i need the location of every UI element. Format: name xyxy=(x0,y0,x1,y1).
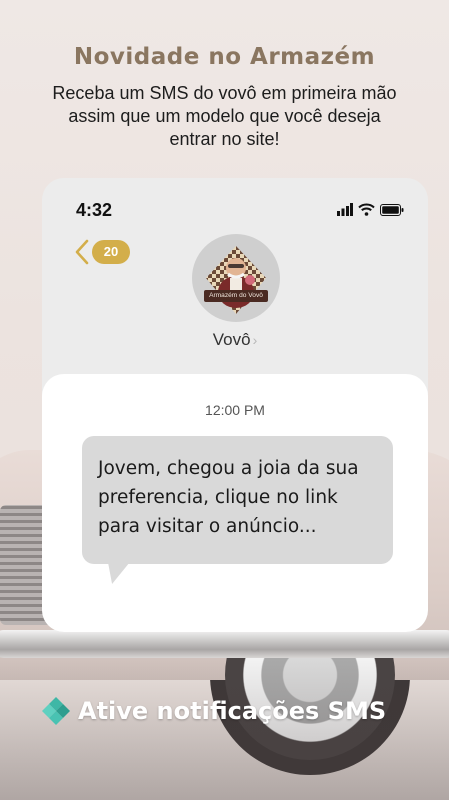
status-bar-icons xyxy=(337,203,404,216)
chat-panel: 12:00 PM Jovem, chegou a joia da sua pre… xyxy=(42,374,428,632)
message-bubble-tail xyxy=(104,562,130,584)
status-bar-time: 4:32 xyxy=(76,200,113,220)
page-title: Novidade no Armazém xyxy=(73,44,376,70)
wifi-icon xyxy=(358,203,375,216)
phone-mockup: 4:32 20 Armazém do Vovô Vovô › 12:00 PM … xyxy=(42,178,428,632)
diamond-cluster-icon xyxy=(42,697,70,725)
back-chevron-icon[interactable] xyxy=(72,238,92,266)
contact-avatar[interactable]: Armazém do Vovô xyxy=(192,234,280,322)
background-shade xyxy=(0,660,449,800)
signal-icon xyxy=(337,203,353,216)
car-bumper xyxy=(0,630,449,658)
message-timestamp: 12:00 PM xyxy=(205,402,265,418)
message-bubble: Jovem, chegou a joia da sua preferencia,… xyxy=(82,436,393,564)
cta-label: Ative notificações SMS xyxy=(78,697,387,725)
page-subtitle: Receba um SMS do vovô em primeira mão as… xyxy=(52,83,397,149)
battery-icon xyxy=(380,204,404,216)
chevron-right-icon: › xyxy=(252,332,258,348)
message-text: Jovem, chegou a joia da sua preferencia,… xyxy=(98,458,359,537)
contact-name-label: Vovô xyxy=(212,330,251,349)
contact-name[interactable]: Vovô › xyxy=(42,330,428,350)
grandpa-logo-icon xyxy=(206,246,266,314)
avatar-brand-label: Armazém do Vovô xyxy=(204,290,268,302)
enable-sms-notifications-cta[interactable]: Ative notificações SMS xyxy=(40,694,420,728)
unread-count-badge[interactable]: 20 xyxy=(92,240,130,264)
